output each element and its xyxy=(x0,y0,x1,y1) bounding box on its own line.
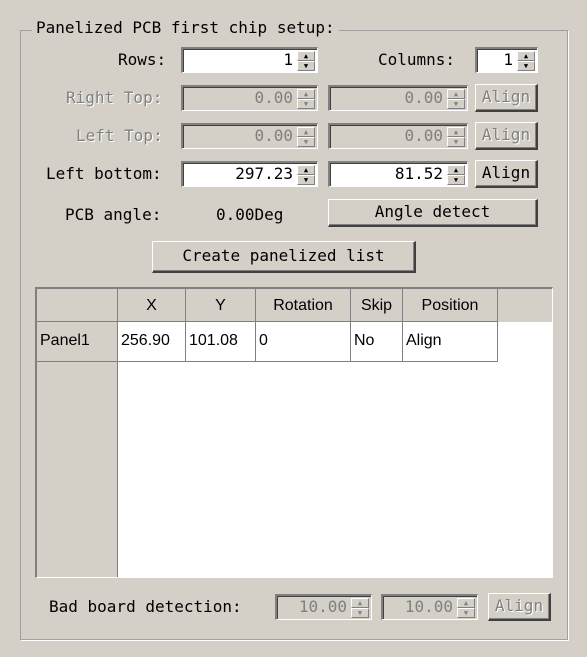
right-top-x-spin-arrows[interactable]: ▲ ▼ xyxy=(297,89,315,109)
spin-up-icon[interactable]: ▲ xyxy=(297,165,315,175)
create-panelized-list-button[interactable]: Create panelized list xyxy=(152,241,416,273)
left-top-align-button[interactable]: Align xyxy=(475,122,538,150)
spin-down-icon[interactable]: ▼ xyxy=(447,175,465,185)
spin-down-icon[interactable]: ▼ xyxy=(447,99,465,109)
col-header-skip[interactable]: Skip xyxy=(351,289,403,322)
rows-spin-arrows[interactable]: ▲ ▼ xyxy=(297,51,315,71)
left-bottom-label: Left bottom: xyxy=(46,164,162,183)
right-top-x-value: 0.00 xyxy=(254,88,293,107)
col-header-y[interactable]: Y xyxy=(186,289,256,322)
left-bottom-x-spinbox[interactable]: 297.23 ▲ ▼ xyxy=(181,161,318,187)
rows-spinbox[interactable]: 1 ▲ ▼ xyxy=(181,47,318,73)
bad-board-y-spinbox[interactable]: 10.00 ▲ ▼ xyxy=(381,594,478,620)
spin-down-icon[interactable]: ▼ xyxy=(457,608,475,618)
columns-spinbox[interactable]: 1 ▲ ▼ xyxy=(475,47,538,73)
spin-up-icon[interactable]: ▲ xyxy=(447,127,465,137)
rows-value: 1 xyxy=(283,50,293,69)
bad-board-x-spin-arrows[interactable]: ▲ ▼ xyxy=(351,598,369,618)
left-bottom-align-button[interactable]: Align xyxy=(475,160,538,188)
bad-board-y-spin-arrows[interactable]: ▲ ▼ xyxy=(457,598,475,618)
columns-spin-arrows[interactable]: ▲ ▼ xyxy=(517,51,535,71)
table-cell-rotation[interactable]: 0 xyxy=(256,322,351,362)
spin-up-icon[interactable]: ▲ xyxy=(351,598,369,608)
right-top-x-spinbox[interactable]: 0.00 ▲ ▼ xyxy=(181,85,318,111)
right-top-y-spinbox[interactable]: 0.00 ▲ ▼ xyxy=(328,85,468,111)
left-top-y-spin-arrows[interactable]: ▲ ▼ xyxy=(447,127,465,147)
spin-up-icon[interactable]: ▲ xyxy=(297,127,315,137)
bad-board-x-spinbox[interactable]: 10.00 ▲ ▼ xyxy=(275,594,372,620)
right-top-y-value: 0.00 xyxy=(404,88,443,107)
left-top-x-value: 0.00 xyxy=(254,126,293,145)
right-top-align-button[interactable]: Align xyxy=(475,84,538,112)
right-top-label: Right Top: xyxy=(66,88,163,107)
columns-value: 1 xyxy=(503,50,513,69)
spin-down-icon[interactable]: ▼ xyxy=(297,99,315,109)
bad-board-x-value: 10.00 xyxy=(298,597,347,616)
spin-up-icon[interactable]: ▲ xyxy=(457,598,475,608)
spin-down-icon[interactable]: ▼ xyxy=(447,137,465,147)
bad-board-detection-label: Bad board detection: xyxy=(49,597,242,616)
spin-down-icon[interactable]: ▼ xyxy=(517,61,535,71)
panel-list-table[interactable]: X Y Rotation Skip Position Panel1 256.90… xyxy=(35,287,553,578)
col-header-x[interactable]: X xyxy=(118,289,186,322)
table-cell-x[interactable]: 256.90 xyxy=(118,322,186,362)
left-bottom-y-value: 81.52 xyxy=(394,164,443,183)
col-header-rotation[interactable]: Rotation xyxy=(256,289,351,322)
col-header-position[interactable]: Position xyxy=(403,289,498,322)
pcb-angle-value: 0.00Deg xyxy=(216,205,284,224)
angle-detect-button[interactable]: Angle detect xyxy=(328,199,538,227)
bad-board-align-button[interactable]: Align xyxy=(488,593,551,621)
spin-up-icon[interactable]: ▲ xyxy=(297,51,315,61)
row-header-panel1[interactable]: Panel1 xyxy=(37,322,118,362)
groupbox-title: Panelized PCB first chip setup: xyxy=(32,18,339,37)
left-top-label: Left Top: xyxy=(76,126,163,145)
spin-down-icon[interactable]: ▼ xyxy=(297,61,315,71)
spin-down-icon[interactable]: ▼ xyxy=(297,137,315,147)
spin-up-icon[interactable]: ▲ xyxy=(297,89,315,99)
bad-board-y-value: 10.00 xyxy=(404,597,453,616)
pcb-angle-label: PCB angle: xyxy=(65,205,162,224)
left-top-y-value: 0.00 xyxy=(404,126,443,145)
left-bottom-x-value: 297.23 xyxy=(235,164,293,183)
right-top-y-spin-arrows[interactable]: ▲ ▼ xyxy=(447,89,465,109)
rows-label: Rows: xyxy=(118,50,167,69)
left-top-x-spin-arrows[interactable]: ▲ ▼ xyxy=(297,127,315,147)
left-bottom-y-spinbox[interactable]: 81.52 ▲ ▼ xyxy=(328,161,468,187)
left-bottom-y-spin-arrows[interactable]: ▲ ▼ xyxy=(447,165,465,185)
columns-label: Columns: xyxy=(378,50,456,69)
table-cell-position[interactable]: Align xyxy=(403,322,498,362)
table-corner-header xyxy=(37,289,118,322)
left-top-y-spinbox[interactable]: 0.00 ▲ ▼ xyxy=(328,123,468,149)
left-bottom-x-spin-arrows[interactable]: ▲ ▼ xyxy=(297,165,315,185)
table-cell-y[interactable]: 101.08 xyxy=(186,322,256,362)
spin-down-icon[interactable]: ▼ xyxy=(351,608,369,618)
table-cell-skip[interactable]: No xyxy=(351,322,403,362)
spin-up-icon[interactable]: ▲ xyxy=(447,165,465,175)
spin-down-icon[interactable]: ▼ xyxy=(297,175,315,185)
spin-up-icon[interactable]: ▲ xyxy=(517,51,535,61)
spin-up-icon[interactable]: ▲ xyxy=(447,89,465,99)
left-top-x-spinbox[interactable]: 0.00 ▲ ▼ xyxy=(181,123,318,149)
